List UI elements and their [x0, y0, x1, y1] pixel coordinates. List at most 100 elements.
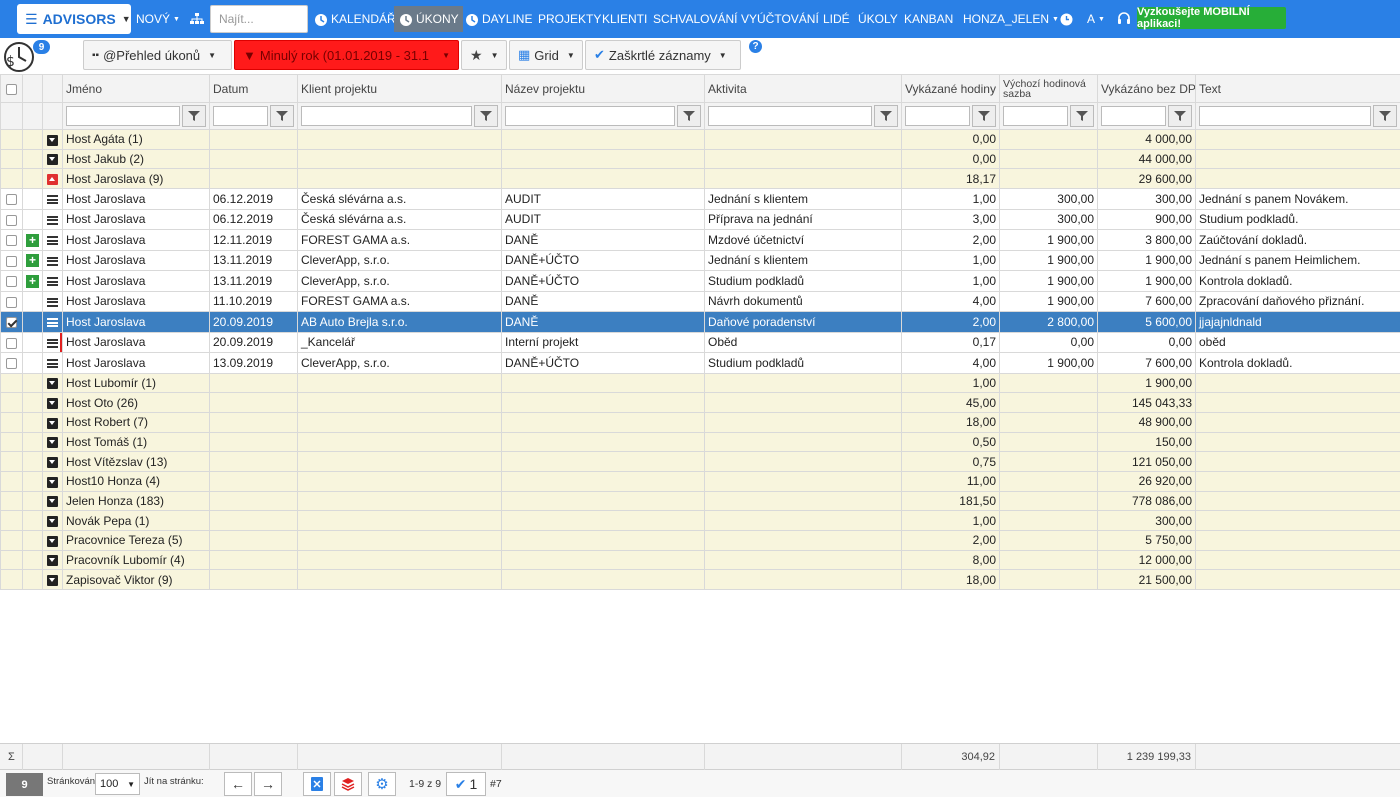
row-checkbox[interactable] [6, 296, 17, 308]
row-checkbox-cell[interactable] [0, 392, 23, 413]
nav-tasks[interactable]: ÚKONY [394, 6, 463, 32]
row-checkbox-cell[interactable] [0, 372, 23, 394]
add-icon[interactable]: + [26, 233, 39, 247]
group-row[interactable]: Host Agáta (1) 0,00 4 000,00 [0, 129, 1400, 150]
row-checkbox-cell[interactable] [0, 290, 23, 313]
filter-input-activity[interactable] [708, 106, 872, 126]
row-checkbox[interactable] [6, 255, 17, 267]
group-row[interactable]: Host Jakub (2) 0,00 44 000,00 [0, 148, 1400, 170]
row-checkbox[interactable] [6, 214, 17, 226]
date-filter-select[interactable]: ▼ Minulý rok (01.01.2019 - 31.1 ▼ [234, 40, 459, 70]
expand-icon[interactable] [47, 555, 58, 567]
next-page-button[interactable]: → [254, 772, 282, 796]
table-row[interactable]: + Host Jaroslava 13.11.2019 CleverApp, s.r.… [0, 270, 1400, 292]
brand-menu-button[interactable]: ☰ ADVISORS ▼ [17, 4, 131, 34]
column-header-amount[interactable]: Vykázáno bez DPH [1097, 74, 1196, 103]
row-toggle-cell[interactable] [42, 148, 63, 170]
column-header-date[interactable]: Datum [209, 74, 298, 103]
row-toggle-cell[interactable] [42, 530, 63, 551]
row-toggle-cell[interactable] [42, 490, 63, 512]
nav-calendar[interactable]: KALENDÁŘ [313, 0, 396, 38]
row-checkbox-cell[interactable] [0, 510, 23, 532]
nav-kanban[interactable]: KANBAN [904, 0, 953, 38]
row-toggle-cell[interactable] [42, 229, 63, 251]
column-header-activity[interactable]: Aktivita [704, 74, 902, 103]
filter-icon[interactable] [1070, 105, 1094, 127]
row-toggle-cell[interactable] [42, 331, 63, 354]
select-all-cell[interactable] [0, 74, 23, 103]
row-checkbox-cell[interactable] [0, 331, 23, 354]
row-menu-icon[interactable] [47, 359, 58, 369]
table-row[interactable]: Host Jaroslava 13.09.2019 CleverApp, s.r.o… [0, 352, 1400, 374]
group-row[interactable]: Zapisovač Viktor (9) 18,00 21 500,00 [0, 569, 1400, 591]
nav-people[interactable]: LIDÉ [823, 0, 850, 38]
table-row[interactable]: + Host Jaroslava 12.11.2019 FOREST GAMA a.s… [0, 229, 1400, 251]
nav-dayline[interactable]: DAYLINE [464, 0, 532, 38]
group-row[interactable]: Host10 Honza (4) 11,00 26 920,00 [0, 471, 1400, 492]
new-menu-button[interactable]: NOVÝ ▼ [136, 0, 180, 38]
filter-input-name[interactable] [66, 106, 180, 126]
row-checkbox-cell[interactable] [0, 311, 23, 333]
expand-icon[interactable] [47, 516, 58, 528]
group-row[interactable]: Host Jaroslava (9) 18,17 29 600,00 [0, 168, 1400, 190]
table-row[interactable]: + Host Jaroslava 13.11.2019 CleverApp, s.r.… [0, 249, 1400, 272]
expand-icon[interactable] [47, 456, 58, 468]
row-toggle-cell[interactable] [42, 431, 63, 453]
row-checkbox[interactable] [6, 276, 17, 288]
row-menu-icon[interactable] [47, 215, 58, 225]
group-row[interactable]: Host Oto (26) 45,00 145 043,33 [0, 392, 1400, 413]
row-toggle-cell[interactable] [42, 451, 63, 472]
row-toggle-cell[interactable] [42, 510, 63, 532]
prev-page-button[interactable]: ← [224, 772, 252, 796]
checked-records-menu[interactable]: ✔ Zaškrtlé záznamy ▼ [585, 40, 741, 70]
row-menu-icon[interactable] [47, 318, 58, 328]
filter-input-text[interactable] [1199, 106, 1371, 126]
row-toggle-cell[interactable] [42, 270, 63, 292]
row-checkbox-cell[interactable] [0, 471, 23, 492]
column-header-project[interactable]: Název projektu [501, 74, 705, 103]
row-toggle-cell[interactable] [42, 549, 63, 571]
row-menu-icon[interactable] [47, 277, 58, 287]
row-toggle-cell[interactable] [42, 249, 63, 272]
row-checkbox-cell[interactable] [0, 549, 23, 571]
nav-todos[interactable]: ÚKOLY [858, 0, 898, 38]
column-header-rate[interactable]: Výchozí hodinová sazba [999, 74, 1098, 103]
table-row[interactable]: Host Jaroslava 20.09.2019 AB Auto Brejla s… [0, 311, 1400, 333]
table-row[interactable]: Host Jaroslava 20.09.2019 _Kancelář Interní… [0, 331, 1400, 354]
expand-icon[interactable] [47, 378, 58, 390]
filter-icon[interactable] [677, 105, 701, 127]
row-checkbox-cell[interactable] [0, 229, 23, 251]
row-toggle-cell[interactable] [42, 129, 63, 150]
row-menu-icon[interactable] [47, 256, 58, 266]
row-toggle-cell[interactable] [42, 290, 63, 313]
row-menu-icon[interactable] [47, 195, 58, 205]
layers-button[interactable] [334, 772, 362, 796]
timesheet-counter[interactable]: $ 9 [2, 39, 50, 73]
collapse-icon[interactable] [47, 174, 58, 186]
checked-count-button[interactable]: ✔ 1 [446, 772, 486, 796]
expand-icon[interactable] [47, 437, 58, 449]
filter-icon[interactable] [874, 105, 898, 127]
select-all-checkbox[interactable] [6, 83, 17, 95]
row-toggle-cell[interactable] [42, 372, 63, 394]
row-toggle-cell[interactable] [42, 208, 63, 231]
row-checkbox-cell[interactable] [0, 148, 23, 170]
filter-icon[interactable] [1168, 105, 1192, 127]
table-row[interactable]: Host Jaroslava 06.12.2019 Česká slévárna a… [0, 188, 1400, 210]
row-toggle-cell[interactable] [42, 392, 63, 413]
filter-icon[interactable] [182, 105, 206, 127]
expand-icon[interactable] [47, 496, 58, 508]
filter-input-project[interactable] [505, 106, 675, 126]
sitemap-icon[interactable] [190, 0, 204, 38]
group-row[interactable]: Host Vítězslav (13) 0,75 121 050,00 [0, 451, 1400, 472]
expand-icon[interactable] [47, 154, 58, 166]
filter-input-hours[interactable] [905, 106, 970, 126]
row-checkbox[interactable] [6, 235, 17, 247]
filter-icon[interactable] [972, 105, 996, 127]
row-checkbox-cell[interactable] [0, 249, 23, 272]
nav-approvals[interactable]: SCHVALOVÁNÍ [653, 0, 737, 38]
group-row[interactable]: Pracovnice Tereza (5) 2,00 5 750,00 [0, 530, 1400, 551]
row-menu-icon[interactable] [47, 338, 58, 348]
search-input[interactable]: Najít... [210, 5, 308, 33]
user-menu[interactable]: HONZA_JELEN ▼ [963, 0, 1059, 38]
